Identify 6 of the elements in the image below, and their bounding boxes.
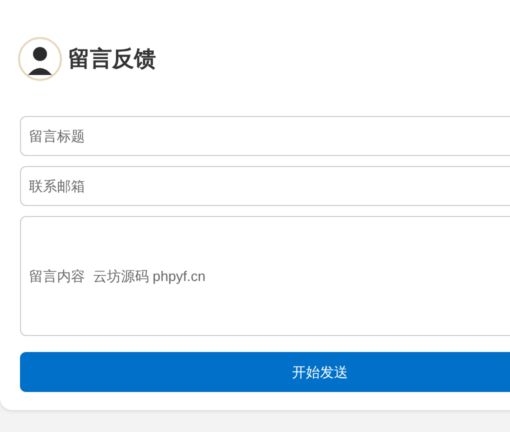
avatar-icon <box>18 37 62 81</box>
page-title: 留言反馈 <box>68 48 156 70</box>
send-button[interactable]: 开始发送 <box>20 352 510 392</box>
message-field[interactable]: 留言内容 云坊源码 phpyf.cn <box>20 216 510 336</box>
input-field[interactable]: 联系邮箱 <box>20 166 510 206</box>
input-field[interactable]: 留言标题 <box>20 116 510 156</box>
